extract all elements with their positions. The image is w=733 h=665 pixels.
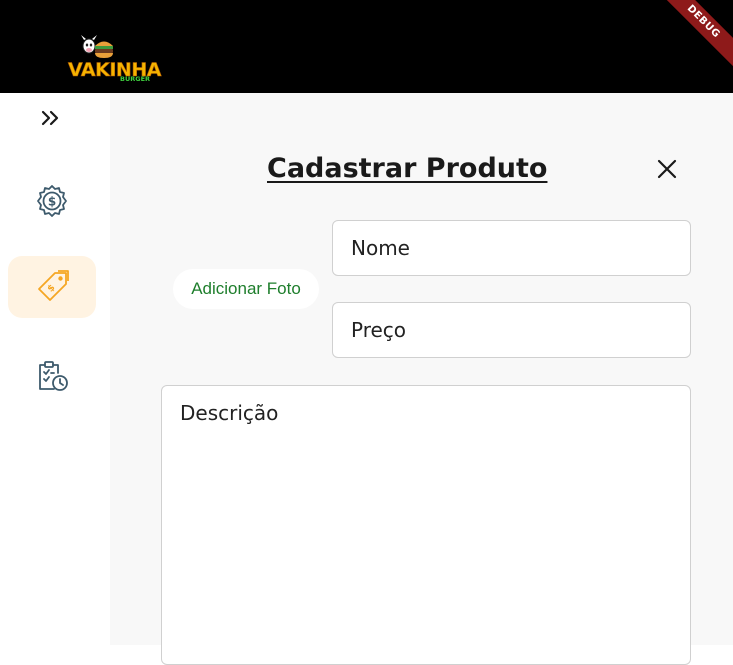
add-photo-button[interactable]: Adicionar Foto xyxy=(173,269,319,309)
description-textarea[interactable] xyxy=(161,385,691,665)
gear-dollar-icon: $ xyxy=(37,185,67,217)
product-form-panel: Cadastrar Produto Adicionar Foto xyxy=(110,93,733,665)
price-tag-icon: $ xyxy=(38,270,69,301)
name-input[interactable] xyxy=(332,220,691,276)
debug-banner: DEBUG xyxy=(652,0,733,73)
navigation-rail: $ $ xyxy=(0,93,110,645)
rail-item-orders[interactable] xyxy=(8,345,96,407)
order-clipboard-clock-icon xyxy=(39,361,68,391)
logo-subtext: BURGER xyxy=(120,75,151,83)
svg-text:$: $ xyxy=(46,283,58,295)
rail-item-payment-settings[interactable]: $ xyxy=(8,170,96,232)
page-title: Cadastrar Produto xyxy=(267,153,548,184)
price-input[interactable] xyxy=(332,302,691,358)
app-header: VAKINHA BURGER DEBUG xyxy=(0,0,733,93)
svg-text:$: $ xyxy=(48,195,56,209)
double-chevron-right-icon xyxy=(41,110,59,126)
close-icon xyxy=(657,159,677,179)
rail-item-products[interactable]: $ xyxy=(8,256,96,318)
rail-expand-button[interactable] xyxy=(36,105,66,131)
close-button[interactable] xyxy=(654,156,680,182)
brand-logo: VAKINHA BURGER xyxy=(68,34,168,86)
